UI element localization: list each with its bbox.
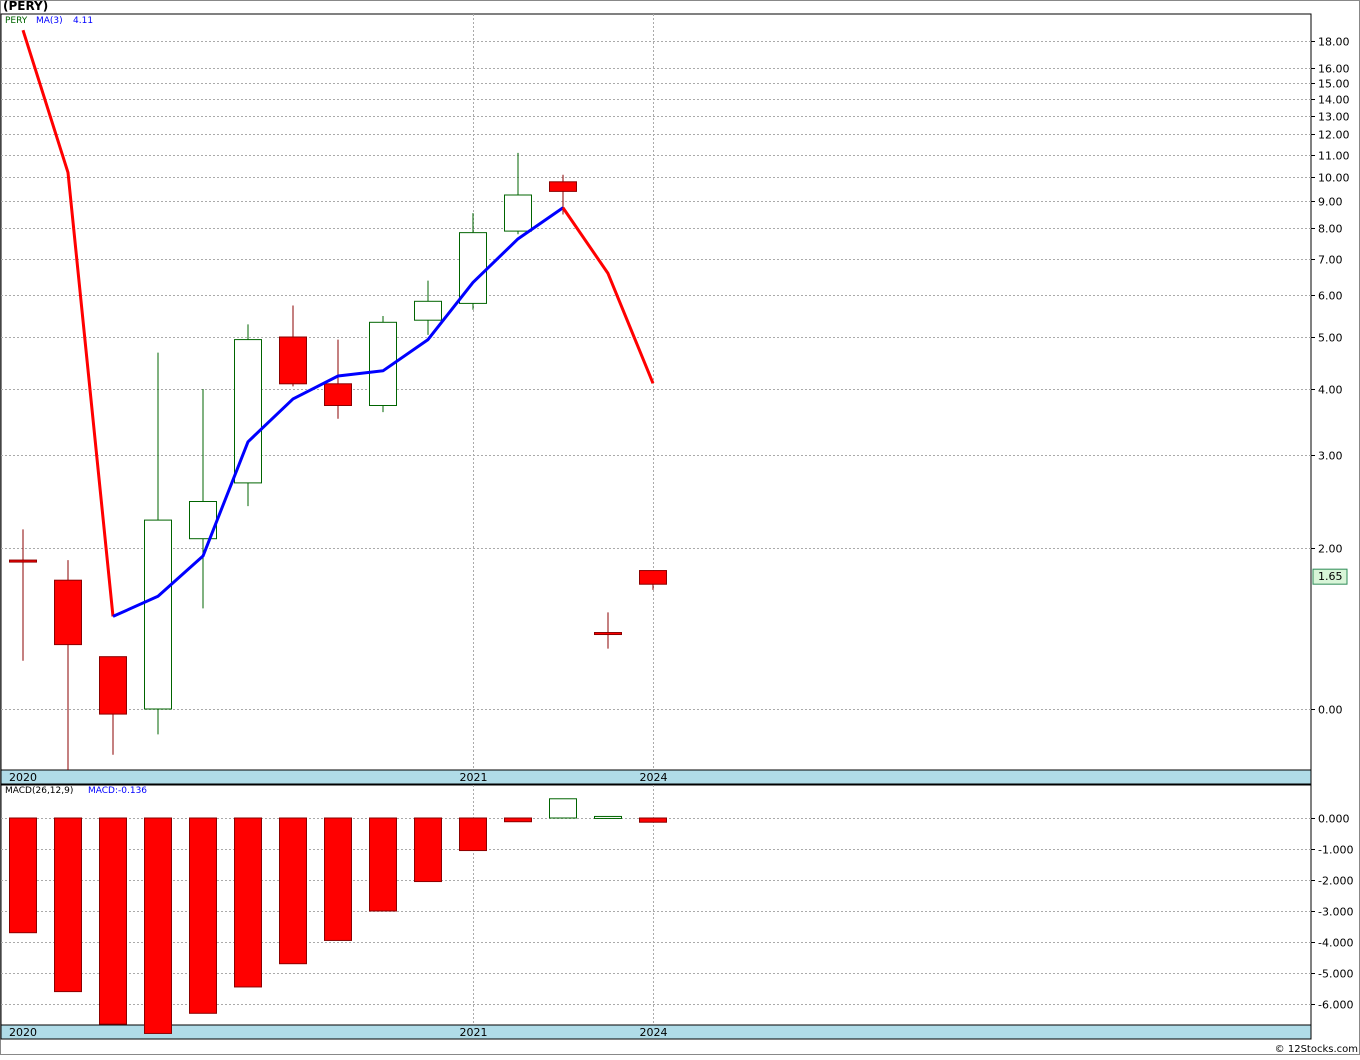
- chart-canvas: 18.00 16.00 15.00 14.00 13.00 12.00 11.00 10.00…: [0, 0, 1360, 1055]
- price-tick-label: 11.00: [1318, 150, 1350, 163]
- legend-ma-label: MA(3): [36, 16, 63, 26]
- price-tick-label: 15.00: [1318, 78, 1350, 91]
- macd-tick-label: -4.000: [1318, 937, 1353, 950]
- chart-title: (PERY): [3, 0, 49, 13]
- candle-body: [144, 519, 172, 710]
- candle-body: [594, 632, 622, 636]
- macd-bar: [369, 817, 397, 912]
- macd-tick-label: -6.000: [1318, 999, 1353, 1012]
- macd-bar: [234, 817, 262, 988]
- price-tick-label: 12.00: [1318, 129, 1350, 142]
- price-date-label: 2024: [640, 771, 668, 784]
- macd-tick-label: -5.000: [1318, 968, 1353, 981]
- price-tick-label: 18.00: [1318, 36, 1350, 49]
- macd-tick-label: -1.000: [1318, 844, 1353, 857]
- price-tick-label: 13.00: [1318, 111, 1350, 124]
- legend-ma-value: 4.11: [73, 16, 94, 26]
- candle-body: [639, 570, 667, 585]
- candle-body: [414, 300, 442, 321]
- macd-bar: [9, 817, 37, 934]
- price-tick-label: 10.00: [1318, 172, 1350, 185]
- chart-stage: 18.00 16.00 15.00 14.00 13.00 12.00 11.00 10.00…: [0, 0, 1360, 1056]
- candle-body: [54, 579, 82, 646]
- macd-date-label: 2024: [640, 1026, 668, 1039]
- macd-tick-label: -2.000: [1318, 875, 1353, 888]
- macd-tick-label: 0.000: [1318, 813, 1350, 826]
- macd-bar: [594, 815, 622, 819]
- macd-date-label: 2021: [460, 1026, 488, 1039]
- price-tick-label: 2.00: [1318, 543, 1343, 556]
- macd-bar: [459, 817, 487, 852]
- price-tick-label: 5.00: [1318, 332, 1343, 345]
- price-date-label: 2020: [9, 771, 37, 784]
- macd-bar: [189, 817, 217, 1014]
- legend-symbol: PERY: [5, 16, 28, 26]
- macd-bar: [639, 817, 667, 823]
- price-tick-label: 6.00: [1318, 290, 1343, 303]
- macd-bar: [99, 817, 127, 1025]
- candle-body: [234, 339, 262, 484]
- candle-body: [279, 336, 307, 385]
- price-tick-label: 14.00: [1318, 94, 1350, 107]
- price-tick-label: 3.00: [1318, 450, 1343, 463]
- macd-bar: [504, 817, 532, 823]
- candle-body: [504, 194, 532, 232]
- macd-bar: [144, 817, 172, 1034]
- price-tick-label: 0.00: [1318, 704, 1343, 717]
- price-date-label: 2021: [460, 771, 488, 784]
- macd-date-label: 2020: [9, 1026, 37, 1039]
- price-tick-label: 16.00: [1318, 63, 1350, 76]
- candle-body: [99, 656, 127, 715]
- price-tick-label: 4.00: [1318, 384, 1343, 397]
- macd-tick-label: -3.000: [1318, 906, 1353, 919]
- macd-bar: [549, 798, 577, 819]
- credit-text: © 12Stocks.com: [1274, 1044, 1358, 1055]
- macd-bar: [324, 817, 352, 941]
- macd-legend-label: MACD(26,12,9): [5, 786, 74, 796]
- candle-body: [549, 181, 577, 192]
- last-price-tag-text: 1.65: [1318, 570, 1343, 583]
- price-tick-label: 9.00: [1318, 196, 1343, 209]
- macd-bar: [54, 817, 82, 993]
- candle-body: [9, 559, 37, 563]
- macd-legend-value: MACD:-0.136: [88, 786, 148, 796]
- macd-bar: [414, 817, 442, 883]
- macd-bar: [279, 817, 307, 965]
- price-tick-label: 8.00: [1318, 223, 1343, 236]
- price-tick-label: 7.00: [1318, 254, 1343, 267]
- candle-body: [324, 383, 352, 406]
